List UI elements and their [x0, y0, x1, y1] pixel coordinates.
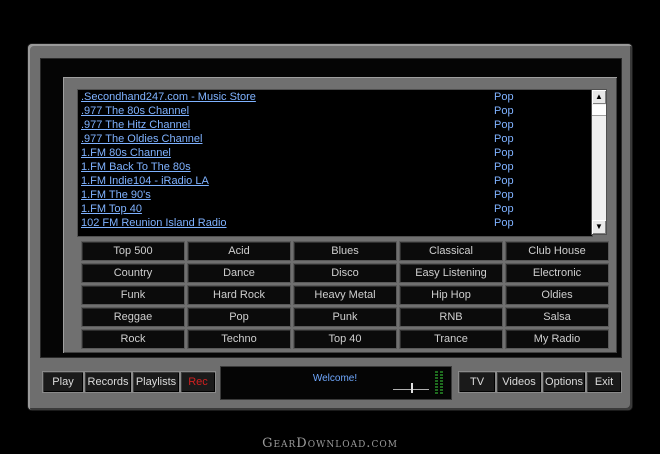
station-name[interactable]: 1.FM Top 40 — [81, 202, 142, 216]
station-genre: Pop — [494, 175, 514, 187]
genre-button[interactable]: Electronic — [505, 263, 609, 283]
station-row[interactable]: 1.FM Top 40 Pop — [78, 202, 592, 216]
station-list-scrollbar[interactable]: ▲ ▼ — [591, 89, 607, 235]
genre-button[interactable]: Classical — [399, 241, 503, 261]
station-row[interactable]: .977 The Oldies Channel Pop — [78, 132, 592, 146]
station-name[interactable]: .977 The Oldies Channel — [81, 132, 203, 146]
genre-button[interactable]: Oldies — [505, 285, 609, 305]
videos-button[interactable]: Videos — [496, 371, 542, 393]
station-name[interactable]: .977 The Hitz Channel — [81, 118, 190, 132]
station-genre: Pop — [494, 147, 514, 159]
genre-button[interactable]: Pop — [187, 307, 291, 327]
station-genre: Pop — [494, 133, 514, 145]
station-genre: Pop — [494, 217, 514, 229]
level-meter-left — [435, 371, 438, 395]
playlists-button[interactable]: Playlists — [132, 371, 180, 393]
scroll-up-icon[interactable]: ▲ — [592, 90, 606, 104]
genre-button[interactable]: Easy Listening — [399, 263, 503, 283]
genre-button[interactable]: Dance — [187, 263, 291, 283]
genre-button[interactable]: Acid — [187, 241, 291, 261]
scroll-thumb[interactable] — [592, 105, 606, 116]
station-name[interactable]: .Secondhand247.com - Music Store — [81, 90, 256, 104]
station-genre: Pop — [494, 161, 514, 173]
station-genre: Pop — [494, 105, 514, 117]
records-button[interactable]: Records — [84, 371, 132, 393]
genre-button[interactable]: Salsa — [505, 307, 609, 327]
genre-button[interactable]: RNB — [399, 307, 503, 327]
genre-button[interactable]: Punk — [293, 307, 397, 327]
scroll-down-icon[interactable]: ▼ — [592, 220, 606, 234]
station-genre: Pop — [494, 119, 514, 131]
main-area: .Secondhand247.com - Music Store Pop .977 … — [40, 58, 622, 358]
station-genre: Pop — [494, 189, 514, 201]
control-bar: Play Records Playlists Rec Welcome! TV V… — [40, 366, 622, 400]
station-row[interactable]: .977 The Hitz Channel Pop — [78, 118, 592, 132]
station-genre: Pop — [494, 91, 514, 103]
genre-grid: Top 500 Acid Blues Classical Club House Count… — [81, 241, 609, 349]
station-row[interactable]: 1.FM Back To The 80s Pop — [78, 160, 592, 174]
station-row[interactable]: 1.FM Indie104 - iRadio LA Pop — [78, 174, 592, 188]
status-text: Welcome! — [312, 373, 358, 384]
volume-slider-handle[interactable] — [411, 383, 413, 393]
station-name[interactable]: 1.FM The 90's — [81, 188, 151, 202]
station-row[interactable]: 1.FM 80s Channel Pop — [78, 146, 592, 160]
genre-button[interactable]: Country — [81, 263, 185, 283]
genre-button[interactable]: Reggae — [81, 307, 185, 327]
app-window: .Secondhand247.com - Music Store Pop .977 … — [28, 44, 632, 410]
station-row[interactable]: .Secondhand247.com - Music Store Pop — [78, 90, 592, 104]
browser-panel: .Secondhand247.com - Music Store Pop .977 … — [63, 77, 617, 353]
genre-button[interactable]: Hard Rock — [187, 285, 291, 305]
genre-button[interactable]: My Radio — [505, 329, 609, 349]
watermark-logo: GearDownload.com — [262, 436, 398, 451]
genre-button[interactable]: Hip Hop — [399, 285, 503, 305]
station-row[interactable]: 102 FM Reunion Island Radio Pop — [78, 216, 592, 230]
station-name[interactable]: .977 The 80s Channel — [81, 104, 189, 118]
level-meter-right — [440, 371, 443, 395]
station-name[interactable]: 1.FM 80s Channel — [81, 146, 171, 160]
station-name[interactable]: 1.FM Back To The 80s — [81, 160, 191, 174]
play-button[interactable]: Play — [42, 371, 84, 393]
tv-button[interactable]: TV — [458, 371, 496, 393]
exit-button[interactable]: Exit — [586, 371, 622, 393]
genre-button[interactable]: Blues — [293, 241, 397, 261]
station-name[interactable]: 1.FM Indie104 - iRadio LA — [81, 174, 209, 188]
genre-button[interactable]: Techno — [187, 329, 291, 349]
genre-button[interactable]: Heavy Metal — [293, 285, 397, 305]
station-genre: Pop — [494, 203, 514, 215]
station-row[interactable]: .977 The 80s Channel Pop — [78, 104, 592, 118]
genre-button[interactable]: Top 40 — [293, 329, 397, 349]
genre-button[interactable]: Trance — [399, 329, 503, 349]
genre-button[interactable]: Club House — [505, 241, 609, 261]
genre-button[interactable]: Rock — [81, 329, 185, 349]
genre-button[interactable]: Top 500 — [81, 241, 185, 261]
genre-button[interactable]: Funk — [81, 285, 185, 305]
station-list[interactable]: .Secondhand247.com - Music Store Pop .977 … — [77, 89, 593, 237]
station-row[interactable]: 1.FM The 90's Pop — [78, 188, 592, 202]
options-button[interactable]: Options — [542, 371, 586, 393]
rec-button[interactable]: Rec — [180, 371, 216, 393]
status-display: Welcome! — [220, 366, 452, 400]
genre-button[interactable]: Disco — [293, 263, 397, 283]
station-name[interactable]: 102 FM Reunion Island Radio — [81, 216, 227, 230]
